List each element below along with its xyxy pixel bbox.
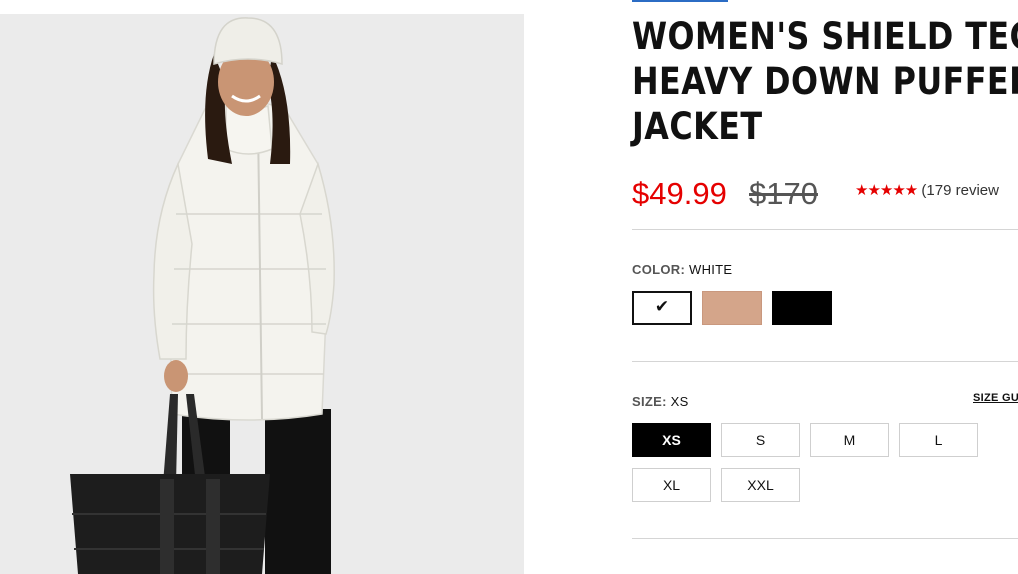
color-swatch-tan[interactable] (702, 291, 762, 325)
rating-link[interactable]: ★★★★★ (179 review (855, 181, 999, 199)
price-row: $49.99 $170 ★★★★★ (179 review (632, 172, 1018, 212)
review-count: (179 review (921, 182, 999, 199)
product-title-line: JACKET (632, 105, 763, 148)
size-option-m[interactable]: M (810, 423, 889, 457)
top-tab-indicator (632, 0, 728, 2)
product-image[interactable] (0, 14, 524, 574)
size-label: SIZE: XS (632, 394, 689, 409)
size-option-l[interactable]: L (899, 423, 978, 457)
size-option-s[interactable]: S (721, 423, 800, 457)
product-info-panel: WOMEN'S SHIELD TECH HEAVY DOWN PUFFER JA… (632, 0, 1018, 574)
sale-price: $49.99 (632, 176, 727, 211)
size-option-xs[interactable]: XS (632, 423, 711, 457)
original-price: $170 (749, 176, 818, 211)
product-photo-illustration (70, 17, 335, 574)
product-title-line: WOMEN'S SHIELD TECH (632, 15, 1018, 58)
divider (632, 229, 1018, 230)
selected-color-name: WHITE (689, 262, 733, 277)
size-guide-link[interactable]: SIZE GU (973, 392, 1018, 404)
product-title-line: HEAVY DOWN PUFFER (632, 60, 1018, 103)
color-swatch-white[interactable]: ✔ (632, 291, 692, 325)
color-label: COLOR: WHITE (632, 262, 732, 277)
size-option-xl[interactable]: XL (632, 468, 711, 502)
divider (632, 361, 1018, 362)
product-title: WOMEN'S SHIELD TECH HEAVY DOWN PUFFER JA… (632, 14, 1018, 149)
divider (632, 538, 1018, 539)
color-swatch-black[interactable] (772, 291, 832, 325)
selected-size-name: XS (670, 394, 689, 409)
size-option-xxl[interactable]: XXL (721, 468, 800, 502)
size-label-key: SIZE: (632, 394, 667, 409)
color-label-key: COLOR: (632, 262, 686, 277)
checkmark-icon: ✔ (654, 297, 670, 316)
star-rating-icon: ★★★★★ (855, 182, 918, 199)
